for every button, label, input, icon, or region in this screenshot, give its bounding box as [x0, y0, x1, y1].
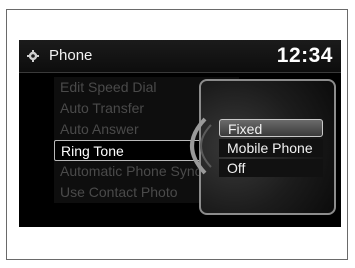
option-mobile-phone[interactable]: Mobile Phone — [219, 139, 323, 157]
menu-item-label: Ring Tone — [61, 143, 124, 159]
option-off[interactable]: Off — [219, 159, 323, 177]
menu-item-label: Use Contact Photo — [60, 184, 178, 200]
menu-item-label: Auto Transfer — [60, 100, 145, 116]
header-bar: Phone 12:34 — [19, 40, 341, 73]
menu-item-label: Auto Answer — [60, 121, 139, 137]
screen-title: Phone — [49, 47, 93, 64]
option-fixed[interactable]: Fixed — [219, 119, 323, 137]
option-label: Mobile Phone — [227, 140, 313, 156]
clock-display: 12:34 — [276, 44, 333, 67]
menu-item-label: Edit Speed Dial — [60, 79, 157, 95]
option-label: Off — [227, 160, 246, 176]
option-label: Fixed — [228, 121, 263, 137]
phone-settings-icon — [27, 50, 39, 62]
selector-arc-icon — [190, 117, 212, 175]
infotainment-screen: Phone 12:34 Edit Speed Dial Auto Transfe… — [19, 40, 341, 227]
ring-tone-options-popup: Fixed Mobile Phone Off — [190, 79, 336, 215]
